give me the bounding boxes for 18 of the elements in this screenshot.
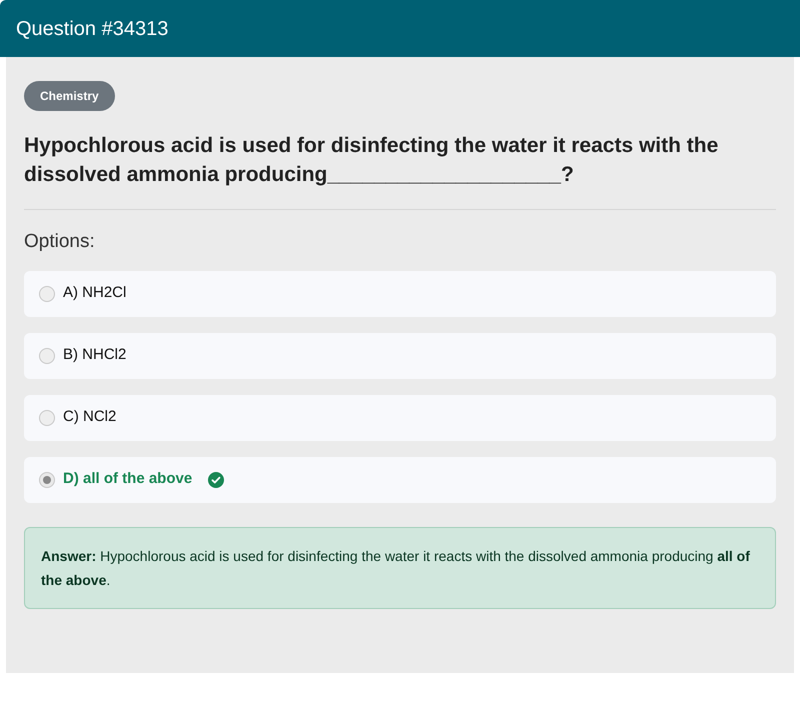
question-text: Hypochlorous acid is used for disinfecting the water it reacts with the dissolved ammonia producing____________________? (24, 133, 720, 188)
radio-button[interactable] (39, 472, 55, 488)
check-circle-icon (208, 472, 224, 488)
option-row[interactable]: D) all of the above (24, 456, 776, 502)
option-label: C) NCl2 (63, 407, 116, 428)
radio-button[interactable] (39, 286, 55, 302)
options-heading: Options: (24, 230, 96, 254)
option-row[interactable]: C) NCl2 (24, 394, 776, 440)
radio-button[interactable] (39, 348, 55, 364)
option-label: B) NHCl2 (63, 345, 126, 366)
option-label: D) all of the above (63, 469, 192, 490)
category-badge: Chemistry (24, 81, 115, 111)
option-row[interactable]: B) NHCl2 (24, 332, 776, 378)
option-row[interactable]: A) NH2Cl (24, 270, 776, 316)
radio-button[interactable] (39, 410, 55, 426)
answer-text: Answer: Hypochlorous acid is used for disinfecting the water it reacts with the dissolved ammonia producing all of the above. (24, 526, 776, 608)
page-title: Question #34313 (16, 16, 168, 42)
option-label: A) NH2Cl (63, 283, 126, 304)
